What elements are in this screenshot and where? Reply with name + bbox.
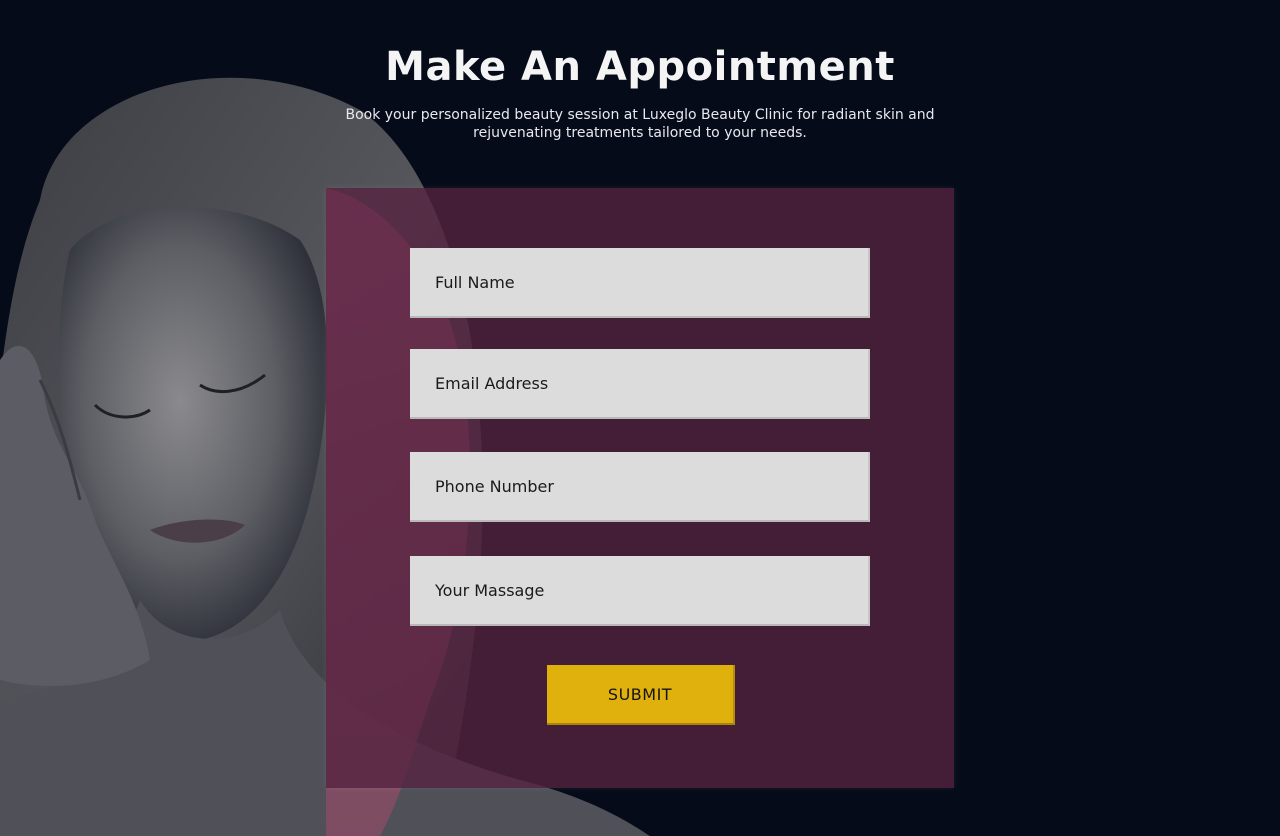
email-input[interactable] — [410, 349, 870, 419]
page-subtitle: Book your personalized beauty session at… — [345, 107, 935, 141]
full-name-input[interactable] — [410, 248, 870, 318]
phone-input[interactable] — [410, 452, 870, 522]
appointment-section: Make An Appointment Book your personaliz… — [0, 0, 1280, 836]
appointment-form: SUBMIT — [326, 188, 954, 788]
submit-button[interactable]: SUBMIT — [547, 665, 735, 725]
message-input[interactable] — [410, 556, 870, 626]
page-title: Make An Appointment — [385, 44, 895, 90]
